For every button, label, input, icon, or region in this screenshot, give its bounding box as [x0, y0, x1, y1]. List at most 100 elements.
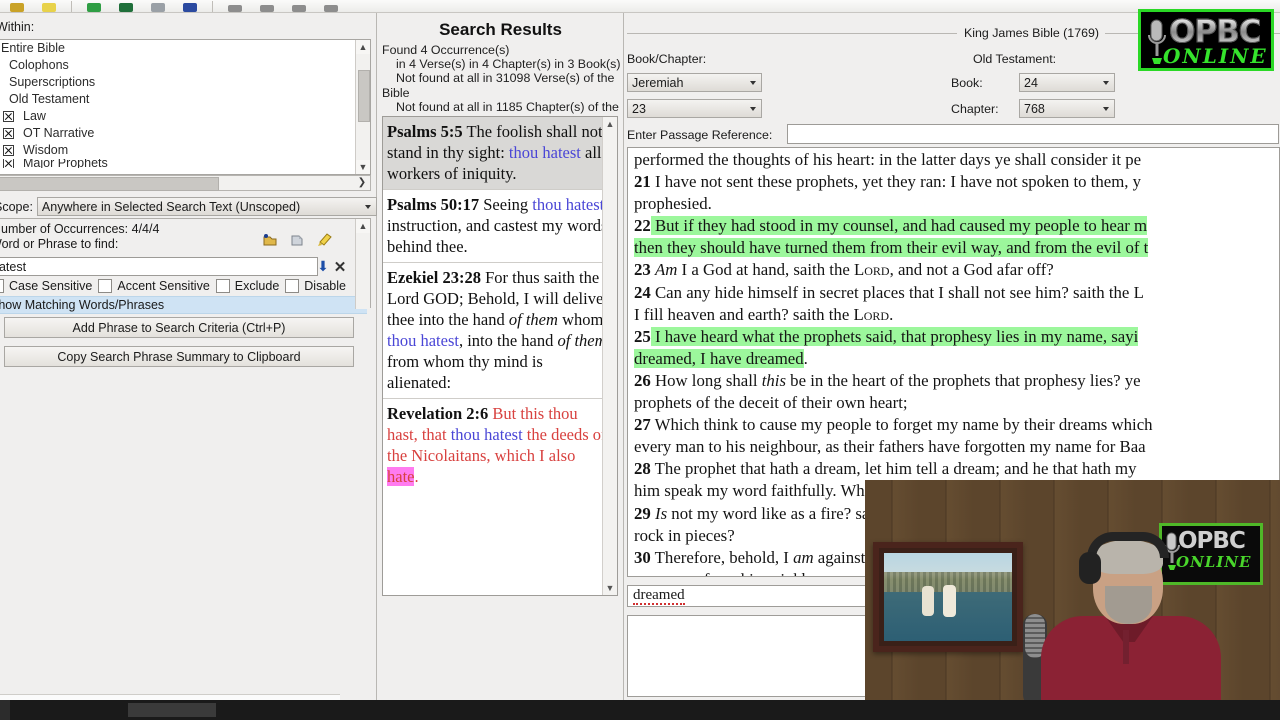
clear-phrase-icon[interactable] [317, 233, 332, 247]
list-item[interactable]: Ezekiel 23:28 For thus saith the Lord GO… [383, 263, 617, 399]
checkbox-icon[interactable] [3, 159, 14, 168]
headphones-earcup [1079, 552, 1101, 584]
verse-text: prophesied. [634, 194, 712, 214]
tree-item-label: Superscriptions [9, 75, 96, 89]
scope-value: Anywhere in Selected Search Text (Unscop… [41, 199, 301, 214]
passage-reference-label: Enter Passage Reference: [627, 128, 773, 142]
verse-text: The prophet that hath a dream, let him t… [650, 459, 1137, 479]
list-item[interactable]: Psalms 5:5 The foolish shall not stand i… [383, 117, 617, 190]
tree-vertical-scrollbar[interactable]: ▲ ▼ [355, 40, 370, 174]
copy-icon[interactable] [81, 0, 107, 12]
results-vertical-scrollbar[interactable]: ▲ ▼ [602, 117, 617, 595]
webcam-overlay[interactable]: OPBC ONLINE [865, 480, 1280, 702]
scroll-up-icon[interactable]: ▲ [603, 117, 617, 131]
taskbar[interactable] [0, 700, 1280, 720]
copy-phrase-icon[interactable] [263, 233, 278, 247]
scroll-down-icon[interactable]: ▼ [603, 581, 617, 595]
show-matching-words-row[interactable]: Show Matching Words/Phrases [0, 296, 367, 314]
verse-reference: Psalms 5:5 [387, 122, 463, 141]
book-dropdown[interactable]: Jeremiah [627, 73, 762, 92]
exclude-checkbox[interactable] [215, 279, 230, 293]
accent-sensitive-checkbox[interactable] [98, 279, 113, 293]
verse-text: I have not sent these prophets, yet they… [650, 172, 1142, 192]
verse-24-cont: I fill heaven and earth? saith the Lord. [634, 304, 1279, 326]
search-phrase-input[interactable]: hatest [0, 257, 318, 276]
pointer-icon[interactable] [145, 0, 171, 12]
verse-text: Therefore, behold, I [650, 547, 794, 567]
main-toolbar[interactable] [0, 0, 1280, 13]
verse-text: every man to his neighbour, as their fat… [634, 437, 1146, 457]
verse-25: 25 I have heard what the prophets said, … [634, 326, 1279, 348]
toolbar-separator-2 [212, 1, 213, 12]
tree-item-major-prophets[interactable]: Major Prophets [0, 159, 370, 168]
tree-item-entire-bible[interactable]: Entire Bible [0, 40, 370, 57]
disable-label: Disable [304, 279, 346, 293]
search-results-list[interactable]: Psalms 5:5 The foolish shall not stand i… [382, 116, 618, 596]
tree-item-superscriptions[interactable]: Superscriptions [0, 74, 370, 91]
dropdown-history-icon[interactable]: ⬇ [316, 257, 330, 276]
verse-text-highlighted: But if they had stood in my counsel, and… [650, 216, 1148, 236]
taskbar-start-area[interactable] [0, 700, 10, 720]
verse-27: 27 Which think to cause my people to for… [634, 414, 1279, 436]
scroll-up-icon[interactable]: ▲ [356, 40, 370, 54]
tree-horizontal-scrollbar[interactable]: ❯ [0, 175, 371, 191]
accent-sensitive-label: Accent Sensitive [117, 279, 210, 293]
paste-phrase-icon[interactable] [290, 233, 305, 247]
tree-item-wisdom[interactable]: Wisdom [0, 142, 370, 159]
wrench-icon-4[interactable] [318, 0, 344, 12]
verse-text: rock in pieces? [634, 525, 735, 545]
scope-dropdown[interactable]: Anywhere in Selected Search Text (Unscop… [36, 197, 377, 216]
scroll-right-icon[interactable]: ❯ [355, 176, 369, 189]
search-options-row: Case Sensitive Accent Sensitive Exclude … [0, 277, 364, 295]
sign-subtitle: ONLINE [1176, 553, 1252, 571]
application-window: Within: Entire Bible Colophons Superscri… [0, 0, 1280, 702]
tree-item-law[interactable]: Law [0, 108, 370, 125]
chapter-number-dropdown[interactable]: 768 [1019, 99, 1115, 118]
tree-item-label: Old Testament [9, 92, 90, 106]
tree-item-ot-narrative[interactable]: OT Narrative [0, 125, 370, 142]
list-item[interactable]: Revelation 2:6 But this thou hast, that … [383, 399, 617, 492]
wrench-icon-1[interactable] [222, 0, 248, 12]
within-tree-list[interactable]: Entire Bible Colophons Superscriptions O… [0, 39, 371, 175]
scroll-down-icon[interactable]: ▼ [356, 160, 370, 174]
verse-keyword: thou hatest [532, 195, 605, 214]
scrollbar-thumb[interactable] [358, 70, 370, 122]
paste-icon[interactable] [113, 0, 139, 12]
tree-item-old-testament[interactable]: Old Testament [0, 91, 370, 108]
chevron-down-icon [364, 205, 371, 209]
add-phrase-button[interactable]: Add Phrase to Search Criteria (Ctrl+P) [4, 317, 354, 338]
wrench-icon-3[interactable] [286, 0, 312, 12]
clear-icon[interactable]: ✕ [332, 257, 348, 276]
tree-item-colophons[interactable]: Colophons [0, 57, 370, 74]
verse-text-highlighted: I have heard what the prophets said, tha… [650, 326, 1139, 346]
passage-reference-input[interactable] [787, 124, 1279, 144]
checkbox-icon[interactable] [3, 128, 14, 139]
tree-item-label: Colophons [9, 58, 69, 72]
scroll-up-icon[interactable]: ▲ [356, 219, 370, 233]
figure-detail [942, 584, 956, 617]
disable-checkbox[interactable] [285, 279, 300, 293]
phrase-box-scrollbar[interactable]: ▲ [355, 219, 370, 309]
wrench-icon-2[interactable] [254, 0, 280, 12]
scrollbar-thumb[interactable] [0, 177, 219, 191]
case-sensitive-checkbox[interactable] [0, 279, 4, 293]
book-number-dropdown[interactable]: 24 [1019, 73, 1115, 92]
verse-italic: Am [654, 260, 678, 280]
phrase-tool-icons[interactable] [263, 233, 332, 247]
open-icon[interactable] [4, 0, 30, 12]
not-found-verses-line: Not found at all in 31098 Verse(s) of th… [382, 71, 615, 100]
verse-text-part: , into the hand [458, 331, 558, 350]
verse-pink-highlight: hate [387, 467, 415, 486]
chapter-dropdown[interactable]: 23 [627, 99, 762, 118]
list-item[interactable]: Psalms 50:17 Seeing thou hatest instruct… [383, 190, 617, 263]
copy-summary-button[interactable]: Copy Search Phrase Summary to Clipboard [4, 346, 354, 367]
verse-text-part: from whom thy mind is alienated: [387, 352, 543, 392]
verse-text: I a God at hand, saith the [677, 260, 854, 280]
highlight-icon[interactable] [36, 0, 62, 12]
checkbox-icon[interactable] [3, 111, 14, 122]
tree-item-label: Major Prophets [23, 159, 108, 168]
search-criteria-panel: Within: Entire Bible Colophons Superscri… [0, 13, 377, 700]
checkbox-icon[interactable] [3, 145, 14, 156]
note-icon[interactable] [177, 0, 203, 12]
taskbar-item[interactable] [128, 703, 216, 717]
